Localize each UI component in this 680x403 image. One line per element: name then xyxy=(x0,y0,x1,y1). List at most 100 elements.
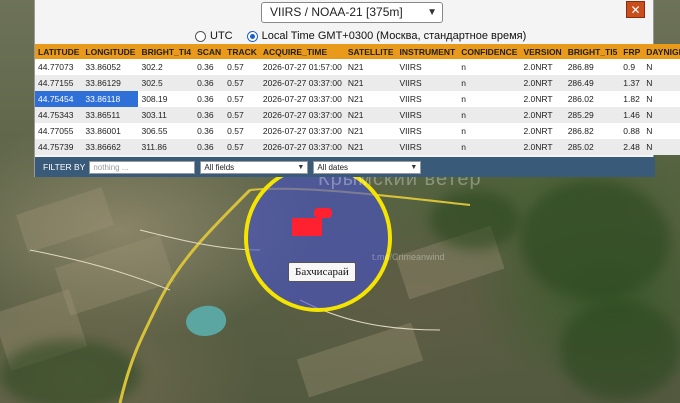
table-cell: 2026-07-27 03:37:00 xyxy=(259,75,345,91)
place-label-bakhchisaray[interactable]: Бахчисарай xyxy=(288,262,356,282)
table-cell: VIIRS xyxy=(396,107,459,123)
column-header[interactable]: TRACK xyxy=(224,44,260,59)
table-cell: 302.5 xyxy=(138,75,195,91)
column-header[interactable]: INSTRUMENT xyxy=(396,44,459,59)
table-cell: 0.36 xyxy=(194,75,225,91)
table-cell: 286.89 xyxy=(564,59,621,75)
table-cell: 0.9 xyxy=(620,59,644,75)
table-cell: 44.77073 xyxy=(35,59,83,75)
column-header[interactable]: SATELLITE xyxy=(344,44,397,59)
table-cell: VIIRS xyxy=(396,123,459,139)
column-header[interactable]: LATITUDE xyxy=(35,44,83,59)
table-row-selected[interactable]: 44.75454 33.86118 308.19 0.36 0.57 2026-… xyxy=(35,91,680,107)
filter-fields-select[interactable]: All fields ▼ xyxy=(200,160,309,174)
column-header[interactable]: BRIGHT_TI5 xyxy=(564,44,621,59)
table-cell: 1.82 xyxy=(620,91,644,107)
column-header[interactable]: SCAN xyxy=(194,44,225,59)
table-cell: 33.86511 xyxy=(82,107,139,123)
table-cell: 303.11 xyxy=(138,107,195,123)
table-cell: 2026-07-27 03:37:00 xyxy=(259,107,345,123)
table-cell: 2.0NRT xyxy=(520,123,565,139)
table-cell: 33.86129 xyxy=(82,75,139,91)
fire-hotspot[interactable] xyxy=(292,218,322,236)
table-cell: 2.0NRT xyxy=(520,59,565,75)
radio-local-time[interactable] xyxy=(246,30,258,42)
table-cell: 0.57 xyxy=(224,123,260,139)
table-cell: 286.82 xyxy=(564,123,621,139)
table-cell: N21 xyxy=(344,75,397,91)
table-cell: 286.02 xyxy=(564,91,621,107)
table-cell: 2026-07-27 03:37:00 xyxy=(259,123,345,139)
radio-local-time-label: Local Time GMT+0300 (Москва, стандартное… xyxy=(261,30,527,42)
table-cell: N xyxy=(643,75,680,91)
filter-dates-select[interactable]: All dates ▼ xyxy=(313,160,422,174)
table-cell: VIIRS xyxy=(396,59,459,75)
table-cell: N xyxy=(643,59,680,75)
table-cell: 311.86 xyxy=(138,139,195,155)
table-cell: N21 xyxy=(344,139,397,155)
table-cell: 0.57 xyxy=(224,75,260,91)
table-row[interactable]: 44.77155 33.86129 302.5 0.36 0.57 2026-0… xyxy=(35,75,680,91)
table-cell: n xyxy=(458,107,521,123)
table-row[interactable]: 44.77073 33.86052 302.2 0.36 0.57 2026-0… xyxy=(35,59,680,75)
table-cell: 308.19 xyxy=(138,91,195,107)
column-header[interactable]: LONGITUDE xyxy=(82,44,139,59)
chevron-down-icon: ▼ xyxy=(427,7,437,18)
table-row[interactable]: 44.77055 33.86001 306.55 0.36 0.57 2026-… xyxy=(35,123,680,139)
table-cell: 44.75739 xyxy=(35,139,83,155)
source-select-value: VIIRS / NOAA-21 [375m] xyxy=(270,5,403,19)
table-cell: 0.57 xyxy=(224,139,260,155)
table-row[interactable]: 44.75739 33.86662 311.86 0.36 0.57 2026-… xyxy=(35,139,680,155)
filter-input[interactable]: nothing ... xyxy=(89,160,196,174)
fire-hotspot[interactable] xyxy=(314,208,332,218)
table-cell: 0.36 xyxy=(194,59,225,75)
table-cell: 2026-07-27 03:37:00 xyxy=(259,91,345,107)
table-cell: 0.36 xyxy=(194,139,225,155)
table-cell: 2.0NRT xyxy=(520,139,565,155)
table-cell: 286.49 xyxy=(564,75,621,91)
column-header[interactable]: FRP xyxy=(620,44,644,59)
table-cell: 44.75343 xyxy=(35,107,83,123)
column-header[interactable]: BRIGHT_TI4 xyxy=(138,44,195,59)
table-cell: 285.29 xyxy=(564,107,621,123)
table-cell: n xyxy=(458,75,521,91)
table-cell: N xyxy=(643,123,680,139)
column-header[interactable]: CONFIDENCE xyxy=(458,44,521,59)
radio-utc[interactable] xyxy=(195,30,206,42)
table-cell-selected: 44.75454 xyxy=(35,91,83,107)
table-cell: n xyxy=(458,139,521,155)
filter-bar: FILTER BY nothing ... All fields ▼ All d… xyxy=(35,157,655,177)
table-cell: N21 xyxy=(344,107,397,123)
column-header[interactable]: DAYNIGHT xyxy=(643,44,680,59)
filter-dates-value: All dates xyxy=(317,162,349,172)
column-header[interactable]: VERSION xyxy=(520,44,565,59)
source-select[interactable]: VIIRS / NOAA-21 [375m] ▼ xyxy=(261,2,443,23)
fire-data-table: LATITUDE LONGITUDE BRIGHT_TI4 SCAN TRACK… xyxy=(35,44,680,155)
table-cell: 44.77155 xyxy=(35,75,83,91)
close-icon: ✕ xyxy=(630,3,641,17)
table-cell: 0.88 xyxy=(620,123,644,139)
chevron-down-icon: ▼ xyxy=(297,163,305,171)
timezone-selector: UTC Local Time GMT+0300 (Москва, стандар… xyxy=(195,28,526,44)
table-cell: 33.86001 xyxy=(82,123,139,139)
table-cell: 33.86052 xyxy=(82,59,139,75)
table-cell: 0.57 xyxy=(224,91,260,107)
table-cell: n xyxy=(458,59,521,75)
watermark-subtitle: t.me/Crimeanwind xyxy=(372,252,445,262)
table-cell: n xyxy=(458,91,521,107)
table-row[interactable]: 44.75343 33.86511 303.11 0.36 0.57 2026-… xyxy=(35,107,680,123)
table-cell: 2026-07-27 01:57:00 xyxy=(259,59,345,75)
table-cell: 2.0NRT xyxy=(520,107,565,123)
table-cell: VIIRS xyxy=(396,139,459,155)
table-cell: 0.36 xyxy=(194,107,225,123)
table-cell: 1.46 xyxy=(620,107,644,123)
fire-data-panel: VIIRS / NOAA-21 [375m] ▼ ✕ UTC Local Tim… xyxy=(34,0,680,177)
filter-fields-value: All fields xyxy=(204,162,235,172)
table-cell: N xyxy=(643,107,680,123)
table-cell: 285.02 xyxy=(564,139,621,155)
table-cell: 0.36 xyxy=(194,91,225,107)
filter-label: FILTER BY xyxy=(43,162,86,172)
close-button[interactable]: ✕ xyxy=(626,1,645,18)
table-cell: N xyxy=(643,139,680,155)
column-header[interactable]: ACQUIRE_TIME xyxy=(259,44,345,59)
